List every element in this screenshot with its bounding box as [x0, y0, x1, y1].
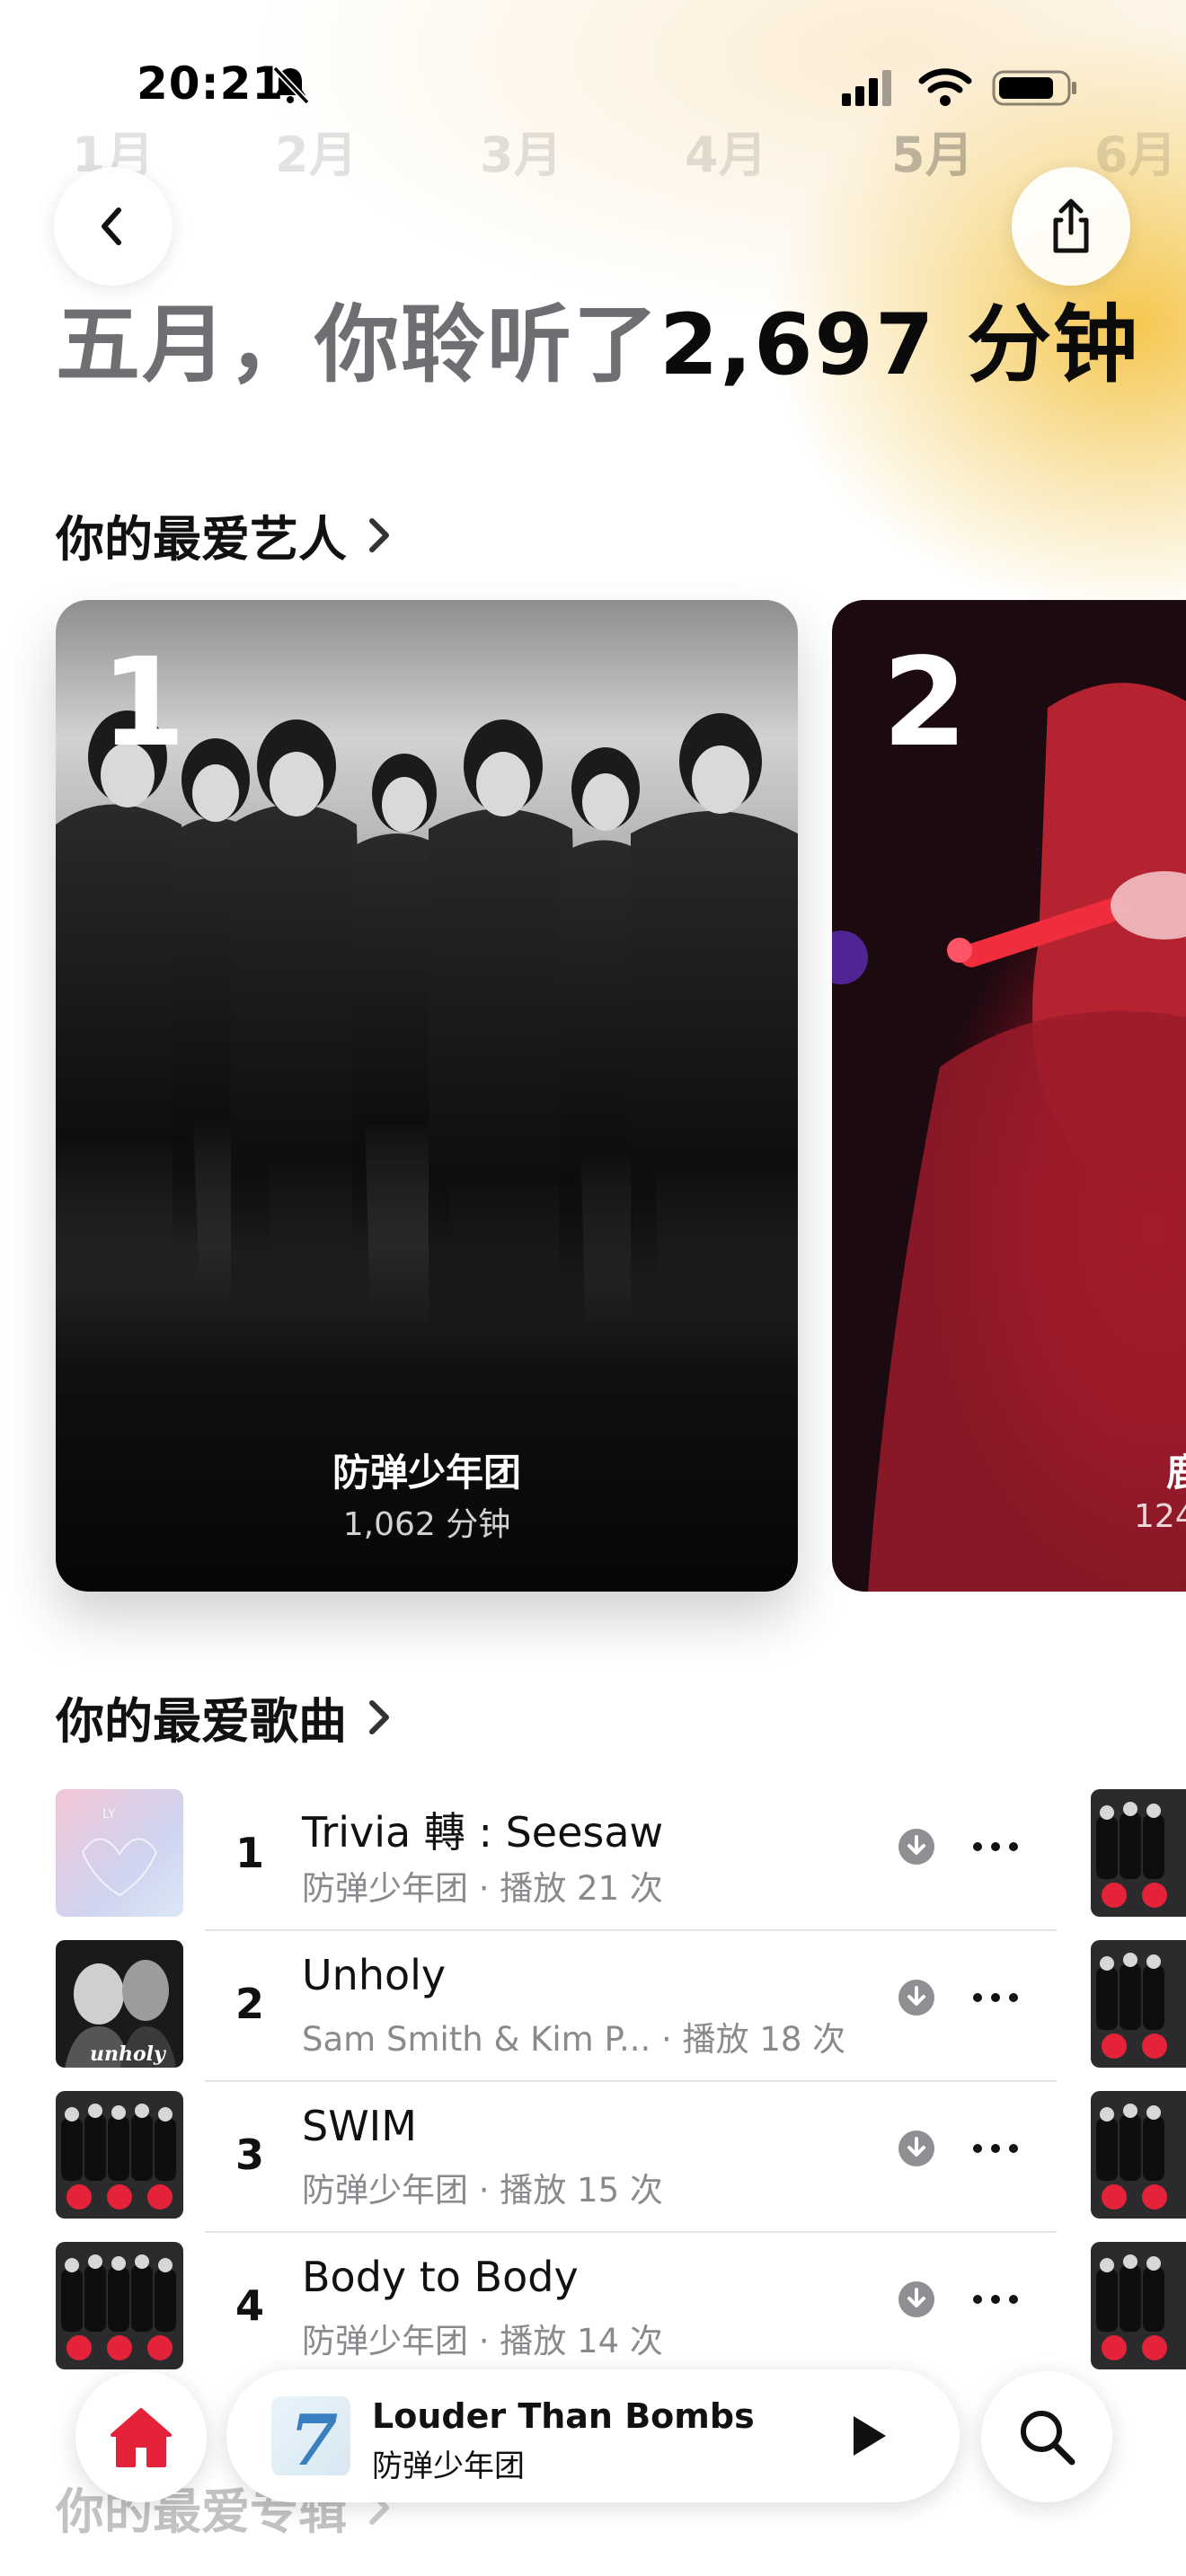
artist-name: 防弹少年团: [332, 1451, 521, 1495]
song-subtitle: 防弹少年团 · 播放 15 次: [302, 2171, 663, 2210]
back-button[interactable]: [54, 167, 173, 286]
download-icon[interactable]: [897, 1978, 936, 2017]
month-tab-5[interactable]: 5月: [891, 115, 974, 186]
artist-name: 鹿: [1166, 1451, 1186, 1495]
chevron-right-icon: [369, 517, 389, 552]
artist-minutes: 124: [1134, 1498, 1186, 1535]
search-tab-button[interactable]: [981, 2371, 1112, 2502]
now-playing-art-text: 7: [289, 2400, 338, 2475]
month-tab-3[interactable]: 3月: [480, 115, 562, 186]
divider: [205, 2231, 1057, 2233]
album-art: 7: [289, 2400, 338, 2475]
album-art: [56, 2242, 183, 2369]
chevron-left-icon: [102, 207, 121, 245]
next-column-art[interactable]: [1091, 2242, 1186, 2369]
download-icon[interactable]: [897, 1827, 936, 1866]
love-yourself-art: LY: [81, 1807, 158, 1897]
month-tab-2[interactable]: 2月: [275, 115, 358, 186]
next-column-art[interactable]: [1091, 1789, 1186, 1917]
song-subtitle: 防弹少年团 · 播放 21 次: [302, 1869, 663, 1908]
headline-value: 2,697 分钟: [659, 296, 1140, 394]
song-title: Body to Body: [302, 2253, 579, 2301]
month-selector[interactable]: 1月 2月 3月 4月 5月 6月: [0, 115, 1186, 183]
song-rank: 1: [235, 1829, 265, 1877]
divider: [205, 2080, 1057, 2082]
artist-card-1[interactable]: 1 防弹少年团 1,062 分钟: [56, 600, 798, 1592]
song-row-2[interactable]: unholy 2 Unholy Sam Smith & Kim P... · 播…: [56, 1940, 1062, 2075]
song-row-1[interactable]: LY 1 Trivia 轉 : Seesaw 防弹少年团 · 播放 21 次: [56, 1789, 1062, 1924]
now-playing-artist: 防弹少年团: [372, 2448, 525, 2484]
download-icon[interactable]: [897, 2280, 936, 2319]
status-time: 20:21: [137, 57, 285, 110]
song-subtitle: 防弹少年团 · 播放 14 次: [302, 2322, 663, 2360]
more-icon[interactable]: [969, 1827, 1022, 1866]
album-art: [1096, 1953, 1167, 2059]
share-icon: [1053, 198, 1089, 253]
play-icon[interactable]: [839, 2409, 893, 2463]
album-art: [1096, 2254, 1167, 2360]
top-artists-header[interactable]: 你的最爱艺人: [56, 499, 395, 570]
song-rank: 4: [235, 2281, 265, 2330]
share-button[interactable]: [1012, 167, 1130, 286]
artist-card-2[interactable]: 2 鹿 124: [832, 600, 1186, 1592]
song-title: Unholy: [302, 1951, 447, 1999]
song-rank: 2: [235, 1980, 265, 2028]
wifi-icon: [918, 68, 972, 106]
album-art: [1096, 2104, 1167, 2210]
unholy-art-text: unholy: [90, 2042, 167, 2066]
top-songs-title: 你的最爱歌曲: [56, 1693, 347, 1750]
song-title: Trivia 轉 : Seesaw: [302, 1808, 664, 1857]
divider: [205, 1929, 1057, 1931]
swim-art: [61, 2104, 176, 2210]
album-art: unholy: [56, 1940, 183, 2068]
svg-text:LY: LY: [102, 1807, 116, 1822]
song-row-3[interactable]: 3 SWIM 防弹少年团 · 播放 15 次: [56, 2091, 1062, 2226]
song-row-4[interactable]: 4 Body to Body 防弹少年团 · 播放 14 次: [56, 2242, 1062, 2377]
next-column-art[interactable]: [1091, 2091, 1186, 2219]
artist-rank: 2: [882, 632, 968, 774]
body-to-body-art: [61, 2254, 176, 2360]
download-icon[interactable]: [897, 2129, 936, 2168]
more-icon[interactable]: [969, 1978, 1022, 2017]
cellular-signal-icon: [842, 70, 891, 106]
month-tab-6[interactable]: 6月: [1094, 115, 1177, 186]
home-tab-button[interactable]: [75, 2371, 207, 2502]
album-art: [1096, 1802, 1167, 1908]
now-playing-art: 7: [271, 2396, 350, 2475]
chevron-right-icon: [369, 1699, 389, 1734]
search-icon: [1021, 2411, 1075, 2466]
top-artists-title: 你的最爱艺人: [56, 511, 347, 568]
song-title: SWIM: [302, 2102, 417, 2150]
artist-rank: 1: [101, 632, 186, 774]
more-icon[interactable]: [969, 2280, 1022, 2319]
album-art: LY: [56, 1789, 183, 1917]
album-art: [56, 2091, 183, 2219]
battery-icon: [992, 70, 1076, 106]
mini-player[interactable]: 7 Louder Than Bombs 防弹少年团: [226, 2369, 960, 2502]
more-icon[interactable]: [969, 2129, 1022, 2168]
top-songs-header[interactable]: 你的最爱歌曲: [56, 1681, 395, 1752]
next-column-art[interactable]: [1091, 1940, 1186, 2068]
home-icon: [111, 2408, 172, 2467]
month-tab-4[interactable]: 4月: [685, 115, 767, 186]
song-subtitle: Sam Smith & Kim P... · 播放 18 次: [302, 2020, 846, 2059]
silent-bell-icon: [272, 66, 310, 105]
page-title: 五月，你聆听了2,697 分钟: [56, 277, 1139, 399]
artist-minutes: 1,062 分钟: [342, 1506, 511, 1543]
now-playing-title: Louder Than Bombs: [372, 2396, 755, 2436]
song-rank: 3: [235, 2130, 265, 2179]
unholy-art: unholy: [65, 1960, 176, 2068]
headline-prefix: 五月，你聆听了: [56, 296, 660, 394]
